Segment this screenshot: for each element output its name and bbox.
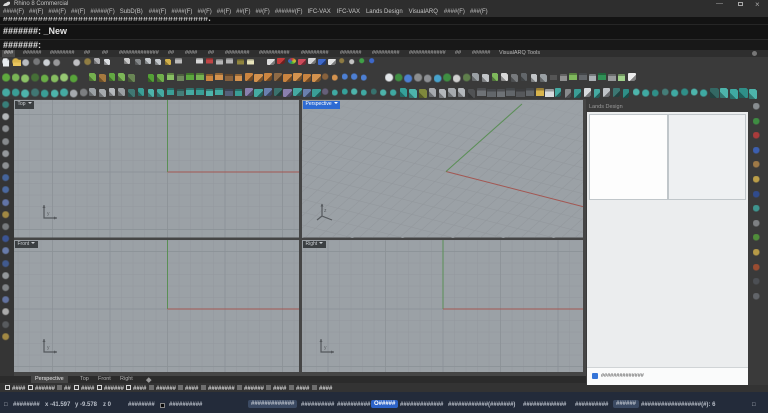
svg-text:y: y: [47, 211, 50, 217]
svg-text:y: y: [47, 345, 50, 351]
svg-text:z: z: [324, 208, 327, 214]
svg-text:y: y: [324, 345, 327, 351]
